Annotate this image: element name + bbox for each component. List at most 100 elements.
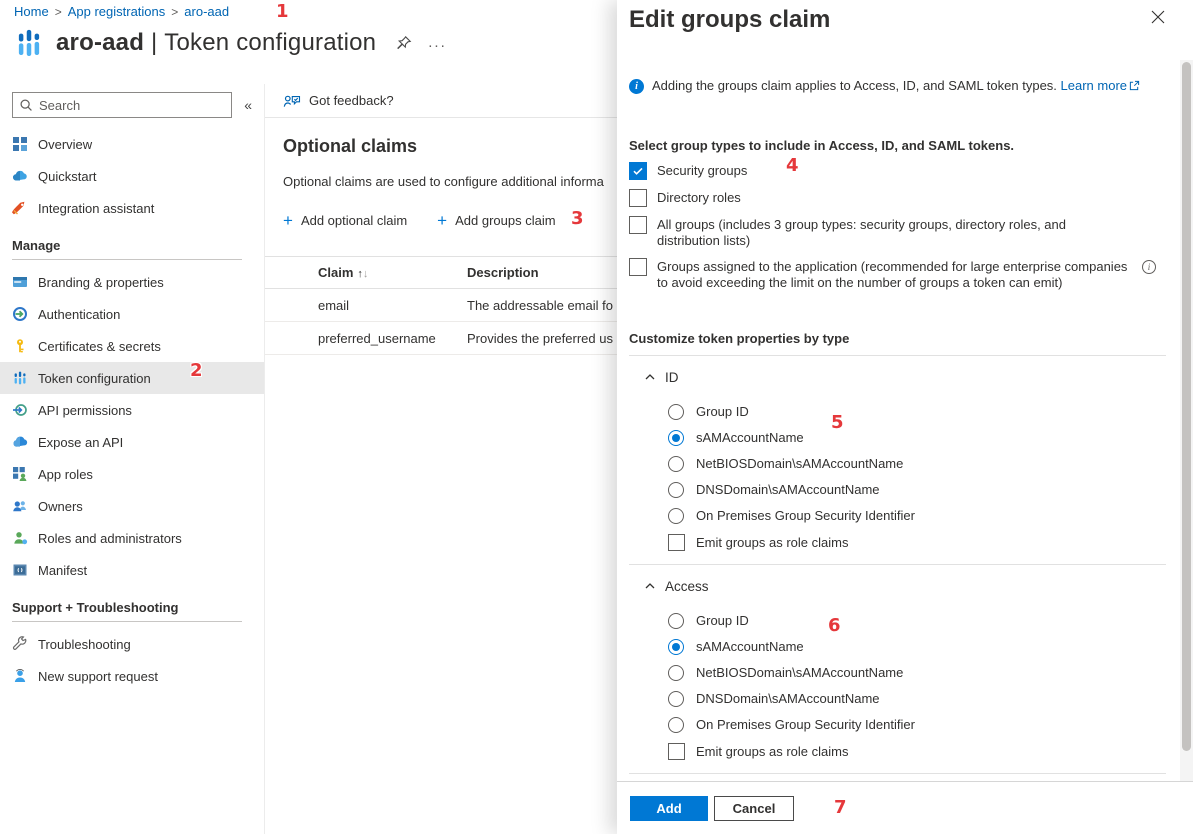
- divider: [629, 773, 1166, 774]
- sidebar-item-quickstart[interactable]: Quickstart: [0, 160, 264, 192]
- radio-access-group-id[interactable]: Group ID: [629, 612, 1180, 629]
- plus-icon: +: [437, 214, 447, 228]
- radio-unselected[interactable]: [668, 665, 684, 681]
- claims-table: Claim↑↓ Description email The addressabl…: [265, 256, 617, 355]
- sliders-icon: [12, 370, 28, 386]
- sidebar-item-authentication[interactable]: Authentication: [0, 298, 264, 330]
- checkbox-checked[interactable]: [629, 162, 647, 180]
- info-banner: i Adding the groups claim applies to Acc…: [629, 78, 1180, 94]
- scrollbar-thumb[interactable]: [1182, 62, 1191, 751]
- radio-unselected[interactable]: [668, 613, 684, 629]
- radio-access-onprem-sid[interactable]: On Premises Group Security Identifier: [629, 716, 1180, 733]
- panel-title: Edit groups claim: [629, 6, 830, 34]
- radio-id-group-id[interactable]: Group ID: [629, 403, 1180, 420]
- divider: [12, 259, 242, 260]
- sidebar-item-expose-an-api[interactable]: Expose an API: [0, 426, 264, 458]
- got-feedback-button[interactable]: Got feedback?: [265, 84, 617, 118]
- more-options-icon[interactable]: ...: [428, 38, 447, 48]
- section-access-header[interactable]: Access: [629, 577, 1180, 595]
- info-tooltip-icon[interactable]: i: [1142, 260, 1156, 274]
- column-description[interactable]: Description: [467, 265, 617, 280]
- column-claim[interactable]: Claim↑↓: [318, 265, 467, 280]
- collapse-sidebar-icon[interactable]: «: [240, 97, 256, 113]
- scrollbar[interactable]: [1180, 60, 1193, 781]
- sidebar-item-troubleshooting[interactable]: Troubleshooting: [0, 628, 264, 660]
- step-annotation-7: 7: [834, 797, 847, 818]
- cancel-button[interactable]: Cancel: [714, 796, 794, 821]
- breadcrumb-aro-aad[interactable]: aro-aad: [184, 4, 229, 19]
- breadcrumb-app-registrations[interactable]: App registrations: [68, 4, 166, 19]
- learn-more-link[interactable]: Learn more: [1061, 78, 1127, 93]
- checkbox-unchecked[interactable]: [629, 189, 647, 207]
- checkbox-groups-assigned[interactable]: Groups assigned to the application (reco…: [629, 258, 1180, 291]
- divider: [629, 564, 1166, 565]
- sidebar-item-integration-assistant[interactable]: Integration assistant: [0, 192, 264, 224]
- checkbox-unchecked[interactable]: [668, 534, 685, 551]
- radio-id-onprem-sid[interactable]: On Premises Group Security Identifier: [629, 507, 1180, 524]
- checkbox-unchecked[interactable]: [629, 258, 647, 276]
- radio-unselected[interactable]: [668, 482, 684, 498]
- radio-selected[interactable]: [668, 430, 684, 446]
- sidebar-search[interactable]: [12, 92, 232, 118]
- checkbox-unchecked[interactable]: [668, 743, 685, 760]
- radio-unselected[interactable]: [668, 717, 684, 733]
- sidebar-item-certificates-secrets[interactable]: Certificates & secrets: [0, 330, 264, 362]
- checkbox-all-groups[interactable]: All groups (includes 3 group types: secu…: [629, 216, 1180, 249]
- radio-id-dnsdomain[interactable]: DNSDomain\sAMAccountName: [629, 481, 1180, 498]
- chevron-up-icon: [644, 580, 656, 592]
- main-content: Got feedback? Optional claims Optional c…: [265, 84, 617, 834]
- radio-unselected[interactable]: [668, 508, 684, 524]
- sidebar-item-owners[interactable]: Owners: [0, 490, 264, 522]
- support-person-icon: [12, 668, 28, 684]
- divider: [12, 621, 242, 622]
- cloud-icon: [12, 434, 28, 450]
- signin-arrow-icon: [12, 306, 28, 322]
- radio-id-samaccountname[interactable]: sAMAccountName: [629, 429, 1180, 446]
- add-optional-claim-button[interactable]: + Add optional claim: [283, 213, 407, 228]
- radio-unselected[interactable]: [668, 404, 684, 420]
- sidebar-item-overview[interactable]: Overview: [0, 128, 264, 160]
- radio-unselected[interactable]: [668, 456, 684, 472]
- radio-unselected[interactable]: [668, 691, 684, 707]
- radio-access-dnsdomain[interactable]: DNSDomain\sAMAccountName: [629, 690, 1180, 707]
- sidebar-item-roles-and-administrators[interactable]: Roles and administrators: [0, 522, 264, 554]
- sidebar-item-new-support-request[interactable]: New support request: [0, 660, 264, 692]
- radio-selected[interactable]: [668, 639, 684, 655]
- add-groups-claim-button[interactable]: + Add groups claim: [437, 213, 555, 228]
- step-annotation-3: 3: [571, 208, 584, 229]
- group-types-label: Select group types to include in Access,…: [629, 138, 1180, 153]
- wrench-icon: [12, 636, 28, 652]
- browser-window-icon: [12, 274, 28, 290]
- search-input[interactable]: [39, 98, 225, 113]
- breadcrumb-separator: >: [55, 5, 62, 19]
- sidebar: « Overview Quickstart Integration assist…: [0, 84, 265, 834]
- grid-person-icon: [12, 466, 28, 482]
- cloud-quickstart-icon: [12, 168, 28, 184]
- close-icon[interactable]: [1151, 10, 1165, 24]
- radio-access-samaccountname[interactable]: sAMAccountName: [629, 638, 1180, 655]
- people-icon: [12, 498, 28, 514]
- radio-id-netbiosdomain[interactable]: NetBIOSDomain\sAMAccountName: [629, 455, 1180, 472]
- radio-access-netbiosdomain[interactable]: NetBIOSDomain\sAMAccountName: [629, 664, 1180, 681]
- checkbox-unchecked[interactable]: [629, 216, 647, 234]
- checkbox-access-emit-groups[interactable]: Emit groups as role claims: [629, 742, 1180, 760]
- sidebar-section-support: Support + Troubleshooting: [0, 586, 264, 619]
- sidebar-item-manifest[interactable]: Manifest: [0, 554, 264, 586]
- checkbox-directory-roles[interactable]: Directory roles: [629, 189, 1180, 207]
- table-row[interactable]: preferred_username Provides the preferre…: [265, 322, 617, 355]
- add-button[interactable]: Add: [630, 796, 708, 821]
- sidebar-item-app-roles[interactable]: App roles: [0, 458, 264, 490]
- divider: [629, 355, 1166, 356]
- sidebar-item-api-permissions[interactable]: API permissions: [0, 394, 264, 426]
- pin-icon[interactable]: [396, 35, 412, 51]
- sidebar-item-token-configuration[interactable]: Token configuration: [0, 362, 264, 394]
- page-title: aro-aad | Token configuration: [56, 29, 376, 57]
- checkbox-id-emit-groups[interactable]: Emit groups as role claims: [629, 533, 1180, 551]
- checkbox-security-groups[interactable]: Security groups: [629, 162, 1180, 180]
- table-row[interactable]: email The addressable email fo: [265, 289, 617, 322]
- breadcrumb-home[interactable]: Home: [14, 4, 49, 19]
- external-link-icon: [1129, 80, 1140, 91]
- rocket-icon: [12, 200, 28, 216]
- section-id-header[interactable]: ID: [629, 368, 1180, 386]
- sidebar-item-branding-properties[interactable]: Branding & properties: [0, 266, 264, 298]
